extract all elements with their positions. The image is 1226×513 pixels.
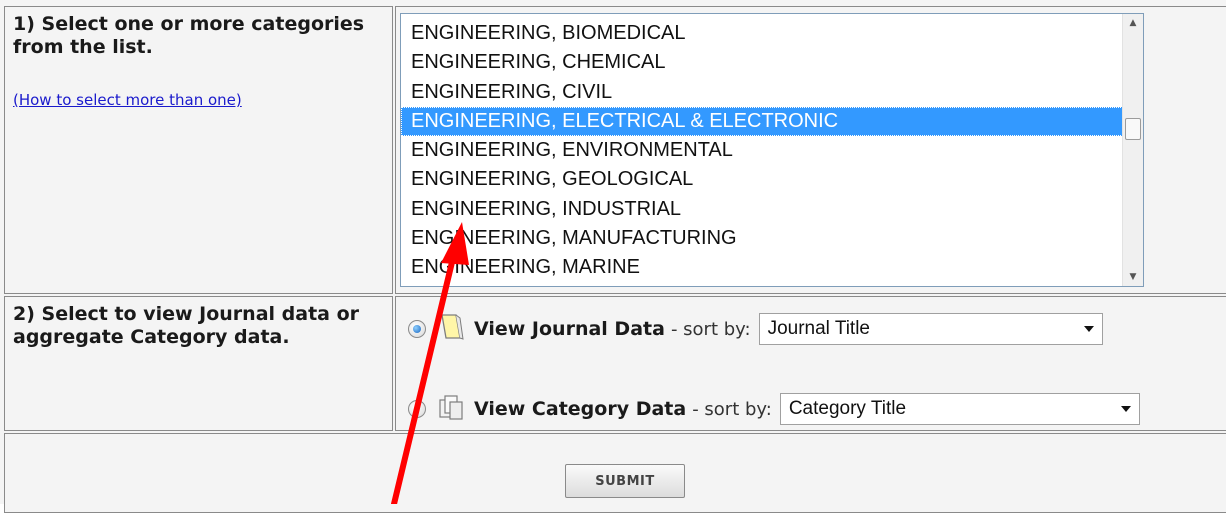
step1-instructions-cell: 1) Select one or more categories from th… [4,6,393,294]
journal-icon [436,312,466,346]
category-sort-select[interactable]: Category Title [779,393,1140,425]
journal-data-label: View Journal Data [474,318,665,340]
submit-cell: SUBMIT [4,433,1226,513]
scroll-up-arrow-icon[interactable]: ▲ [1123,14,1143,32]
category-option[interactable]: ENGINEERING, MARINE [401,253,1123,282]
journal-sort-value: Journal Title [767,318,871,339]
scrollbar-thumb[interactable] [1125,118,1141,140]
submit-button[interactable]: SUBMIT [565,464,685,498]
category-list: ENGINEERING, BIOMEDICAL ENGINEERING, CHE… [401,19,1123,283]
category-data-label: View Category Data [474,398,687,420]
scroll-down-arrow-icon[interactable]: ▼ [1123,268,1143,286]
category-sort-value: Category Title [788,398,907,419]
category-option[interactable]: ENGINEERING, MANUFACTURING [401,224,1123,253]
journal-data-option: View Journal Data - sort by: Journal Tit… [408,309,1103,349]
category-listbox[interactable]: ENGINEERING, BIOMEDICAL ENGINEERING, CHE… [400,13,1144,287]
category-icon [436,392,466,426]
journal-data-radio[interactable] [408,320,426,338]
step1-label: 1) Select one or more categories from th… [13,13,365,58]
step2-options-cell: View Journal Data - sort by: Journal Tit… [395,296,1226,431]
step2-instructions-cell: 2) Select to view Journal data or aggreg… [4,296,393,431]
how-to-select-more-link[interactable]: (How to select more than one) [13,91,242,109]
category-option[interactable]: ENGINEERING, BIOMEDICAL [401,19,1123,48]
journal-sort-text: - sort by: [670,318,751,340]
chevron-down-icon [1120,406,1131,412]
category-selection-form: 1) Select one or more categories from th… [0,0,1226,513]
category-option[interactable]: ENGINEERING, GEOLOGICAL [401,165,1123,194]
journal-sort-select[interactable]: Journal Title [758,313,1103,345]
category-option[interactable]: ENGINEERING, INDUSTRIAL [401,195,1123,224]
category-option-selected[interactable]: ENGINEERING, ELECTRICAL & ELECTRONIC [401,106,1123,137]
chevron-down-icon [1083,326,1094,332]
category-data-radio[interactable] [408,400,426,418]
step2-label: 2) Select to view Journal data or aggreg… [13,303,360,348]
step1-list-cell: ENGINEERING, BIOMEDICAL ENGINEERING, CHE… [395,6,1226,294]
category-sort-text: - sort by: [692,398,772,420]
category-data-option: View Category Data - sort by: Category T… [408,389,1140,429]
category-option[interactable]: ENGINEERING, ENVIRONMENTAL [401,136,1123,165]
category-option[interactable]: ENGINEERING, CIVIL [401,78,1123,107]
listbox-scrollbar[interactable]: ▲ ▼ [1122,14,1143,286]
category-option[interactable]: ENGINEERING, CHEMICAL [401,48,1123,77]
